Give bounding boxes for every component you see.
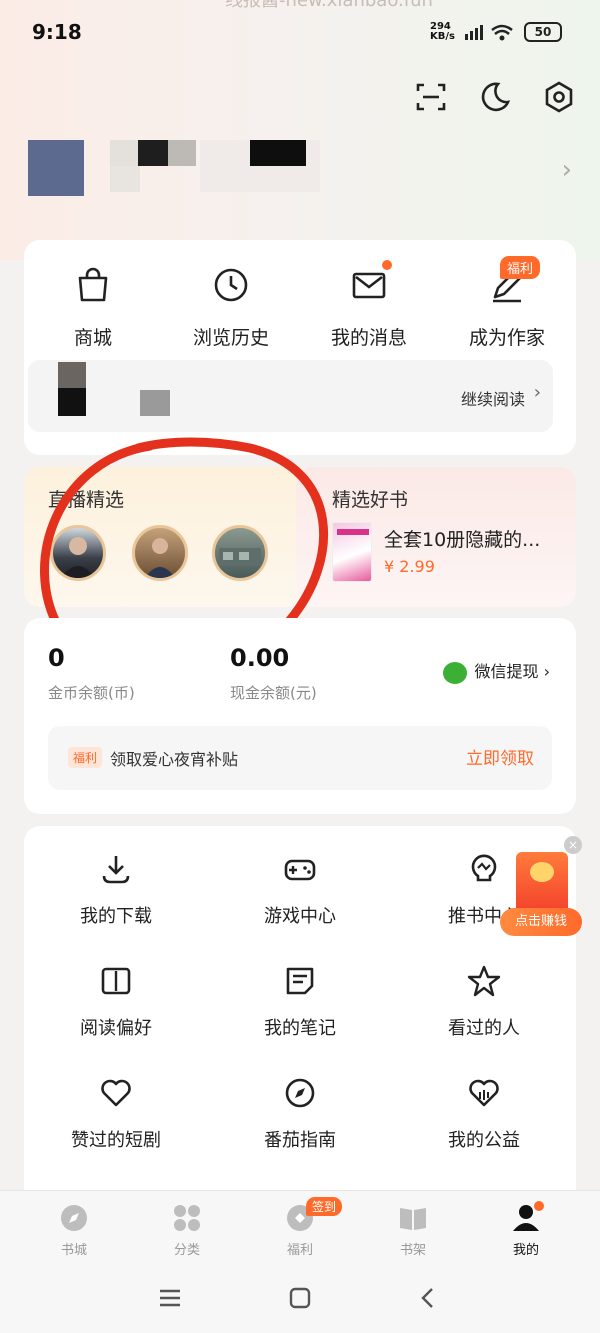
watermark-text: 线报酱-new.xianbao.fun (225, 0, 433, 11)
cash-balance[interactable]: 0.00 (230, 644, 289, 672)
status-time: 9:18 (32, 20, 82, 44)
mail-icon (352, 272, 386, 299)
coin-icon (530, 862, 554, 882)
quick-actions-card: 商城 浏览历史 我的消息 成为作家 福利 继续阅读 › (24, 240, 576, 455)
grid-item-liked-dramas[interactable]: 赞过的短剧 (24, 1076, 208, 1152)
grid-item-label: 我的笔记 (264, 1018, 336, 1039)
menu-icon[interactable] (158, 1286, 182, 1310)
grid-item-charity[interactable]: 我的公益 (392, 1076, 576, 1152)
welfare-badge: 福利 (500, 256, 541, 279)
star-icon (467, 965, 501, 997)
grid-item-label: 看过的人 (448, 1018, 520, 1039)
system-nav-bar (0, 1270, 600, 1333)
chevron-right-icon: › (533, 382, 541, 403)
close-icon[interactable]: × (564, 836, 582, 854)
heart-icon (101, 1079, 131, 1107)
bulb-icon (471, 854, 497, 882)
claim-now-button[interactable]: 立即领取 (466, 744, 534, 769)
featured-books-card[interactable]: 精选好书 全套10册隐藏的... ¥ 2.99 (296, 467, 576, 607)
charity-heart-icon (469, 1079, 499, 1107)
book-cover-blur (58, 362, 86, 388)
quick-item-mall[interactable]: 商城 (24, 265, 162, 350)
coin-balance[interactable]: 0 (48, 644, 65, 672)
streamer-avatar[interactable] (212, 525, 268, 581)
coin-balance-label: 金币余额(币) (48, 684, 135, 702)
featured-books-title: 精选好书 (332, 489, 409, 511)
signal-wifi-icon (465, 24, 513, 41)
continue-reading-label: 继续阅读 (460, 390, 525, 409)
back-icon[interactable] (416, 1286, 440, 1310)
scan-icon[interactable] (414, 80, 448, 114)
quick-item-label: 成为作家 (468, 327, 545, 349)
tab-mine[interactable]: 我的 (466, 1203, 586, 1258)
live-picks-card[interactable]: 直播精选 (24, 467, 304, 607)
wechat-withdraw-button[interactable]: 微信提现 › (442, 658, 550, 684)
user-profile[interactable] (0, 130, 600, 210)
checkin-badge: 签到 (306, 1197, 343, 1216)
grid-item-game-center[interactable]: 游戏中心 (208, 852, 392, 928)
cash-balance-label: 现金余额(元) (230, 684, 317, 702)
grid-item-label: 阅读偏好 (80, 1018, 152, 1039)
status-bar: 线报酱-new.xianbao.fun 9:18 294 KB/s 50 (0, 0, 600, 64)
grid-item-label: 我的下载 (80, 906, 152, 927)
live-picks-title: 直播精选 (48, 489, 125, 511)
grid-item-reading-pref[interactable]: 阅读偏好 (24, 964, 208, 1040)
grid-item-viewed-people[interactable]: 看过的人 (392, 964, 576, 1040)
shopping-bag-icon (78, 267, 108, 302)
grid-item-guide[interactable]: 番茄指南 (208, 1076, 392, 1152)
streamer-avatar[interactable] (50, 525, 106, 581)
tab-welfare[interactable]: 福利 (240, 1203, 360, 1258)
grid-item-label: 赞过的短剧 (71, 1130, 161, 1151)
wallet-card: 0 金币余额(币) 0.00 现金余额(元) 微信提现 › 福利 领取爱心夜宵补… (24, 618, 576, 814)
mine-notify-dot (534, 1201, 544, 1211)
grid-item-label: 我的公益 (448, 1130, 520, 1151)
quick-item-label: 浏览历史 (192, 327, 269, 349)
book-price: ¥ 2.99 (384, 557, 435, 576)
bookshelf-icon (400, 1208, 426, 1230)
quick-item-messages[interactable]: 我的消息 (300, 265, 438, 350)
home-icon[interactable] (288, 1286, 312, 1310)
profile-chevron-icon[interactable]: › (562, 155, 572, 185)
continue-reading-bar[interactable]: 继续阅读 › (28, 360, 553, 432)
grid-item-label: 番茄指南 (264, 1130, 336, 1151)
tab-bookshelf[interactable]: 书架 (353, 1203, 473, 1258)
wechat-icon (442, 661, 467, 684)
grid-item-downloads[interactable]: 我的下载 (24, 852, 208, 928)
settings-icon[interactable] (542, 80, 576, 114)
grid-item-notes[interactable]: 我的笔记 (208, 964, 392, 1040)
bonus-banner[interactable]: 福利 领取爱心夜宵补贴 立即领取 (48, 726, 552, 790)
bottom-tab-bar: 书城 分类 福利 签到 书架 我的 (0, 1190, 600, 1270)
unread-dot (382, 260, 392, 270)
bonus-text: 领取爱心夜宵补贴 (110, 750, 239, 769)
quick-item-label: 我的消息 (330, 327, 407, 349)
moon-icon[interactable] (478, 80, 512, 114)
gamepad-icon (284, 859, 316, 881)
earn-money-button[interactable]: 点击赚钱 (500, 908, 582, 936)
download-icon (102, 856, 130, 884)
compass-icon (285, 1078, 315, 1108)
bookstore-icon (61, 1205, 87, 1231)
category-icon (174, 1205, 200, 1231)
quick-item-history[interactable]: 浏览历史 (162, 265, 300, 350)
clock-icon (214, 268, 248, 302)
features-grid: 我的下载 游戏中心 推书中心 阅读偏好 我的笔记 看过的人 赞过的短剧 番茄指南… (24, 826, 576, 1226)
book-title[interactable]: 全套10册隐藏的... (384, 525, 564, 552)
tab-bookstore[interactable]: 书城 (14, 1203, 134, 1258)
streamer-avatar[interactable] (132, 525, 188, 581)
note-icon (286, 967, 314, 995)
tab-category[interactable]: 分类 (127, 1203, 247, 1258)
red-packet-float[interactable]: × 点击赚钱 (500, 836, 582, 938)
book-icon (101, 967, 131, 995)
avatar[interactable] (28, 140, 84, 196)
book-cover[interactable] (332, 522, 372, 582)
battery-indicator: 50 (524, 22, 562, 42)
grid-item-label: 游戏中心 (264, 906, 336, 927)
bonus-tag: 福利 (68, 747, 103, 768)
network-speed: 294 KB/s (430, 21, 455, 42)
quick-item-label: 商城 (73, 327, 112, 349)
